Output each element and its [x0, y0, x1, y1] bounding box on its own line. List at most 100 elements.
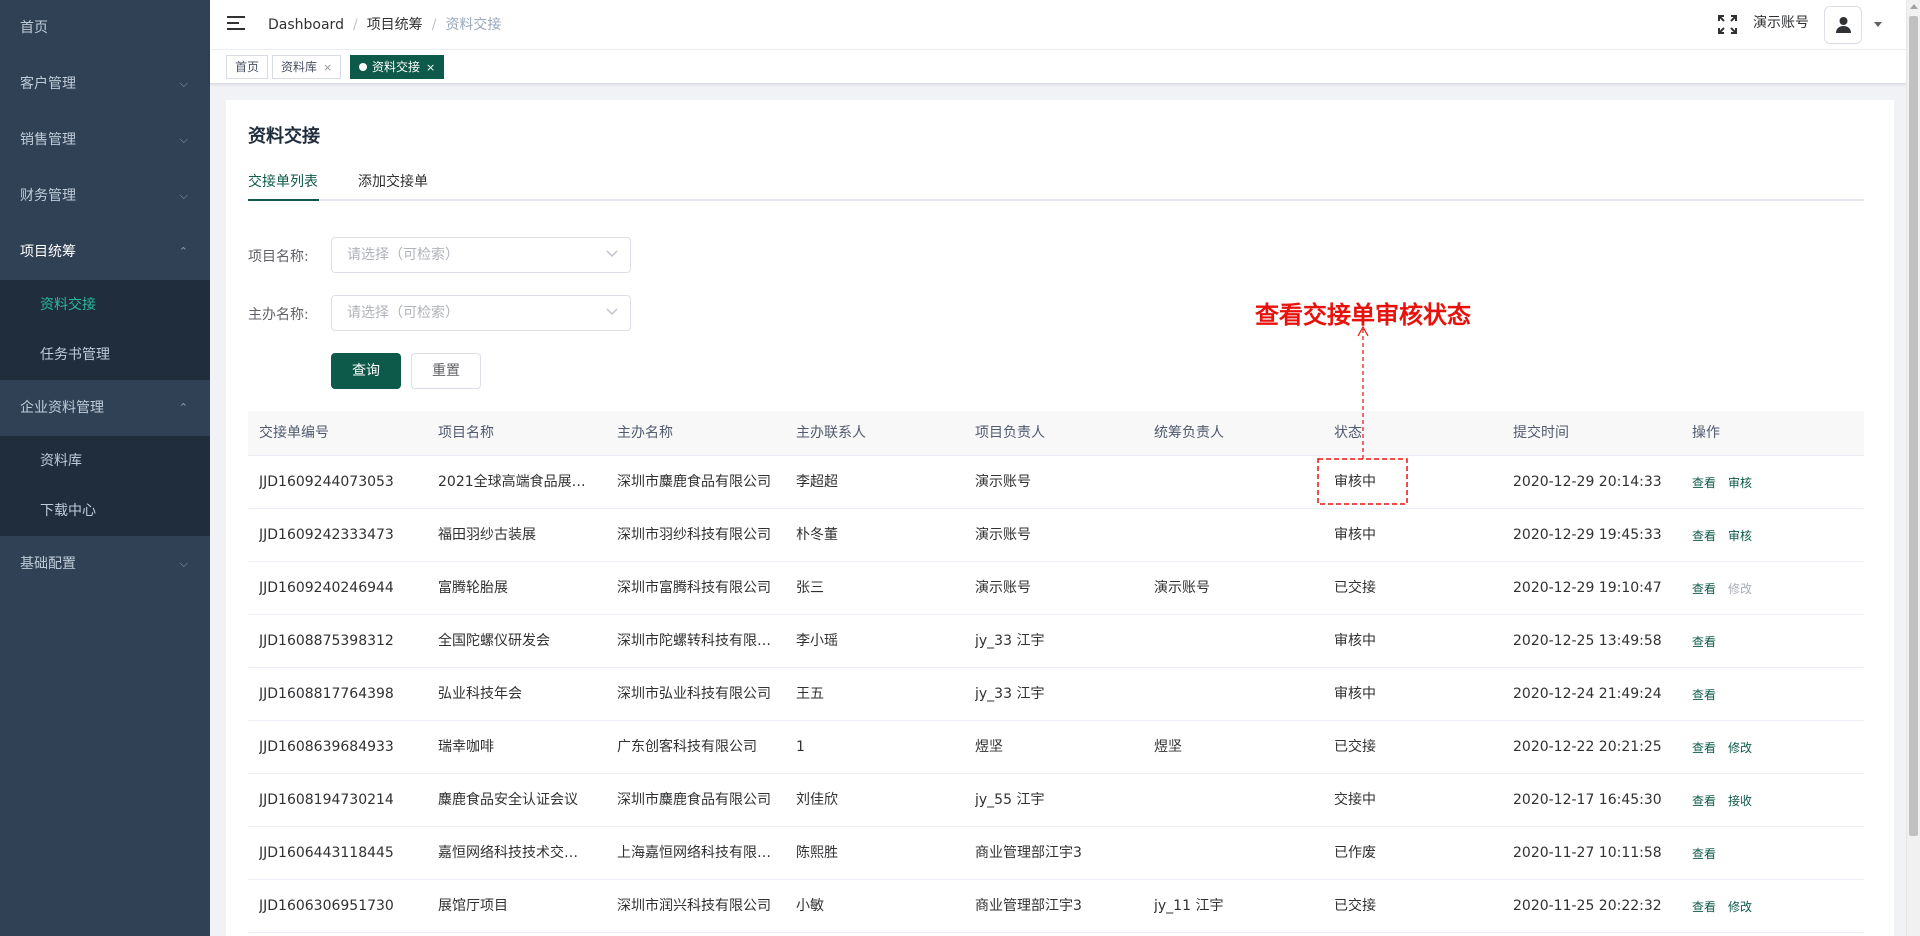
cell-host: 深圳市羽纱科技有限公司	[617, 527, 771, 543]
search-button[interactable]: 查询	[331, 353, 401, 389]
table-row: JJD1609242333473 福田羽纱古装展 深圳市羽纱科技有限公司 朴冬董 演示账…	[248, 509, 1864, 562]
sidebar-item-label: 项目统筹	[20, 244, 76, 260]
main-card: 资料交接 交接单列表 添加交接单 项目名称: 请选择（可检索） 主办名称: 请选…	[226, 100, 1894, 936]
cell-contact: 1	[796, 739, 805, 755]
fullscreen-icon[interactable]	[1718, 15, 1737, 34]
row-action-link[interactable]: 查看	[1692, 456, 1716, 511]
row-action-link[interactable]: 审核	[1728, 509, 1752, 564]
select-placeholder: 请选择（可检索）	[347, 247, 459, 263]
handover-table: 交接单编号 项目名称 主办名称 主办联系人 项目负责人 统筹负责人 状态 提交时…	[248, 411, 1864, 933]
cell-host: 深圳市润兴科技有限公司	[617, 898, 771, 914]
sidebar-item-enterprise-docs[interactable]: 企业资料管理 ⌃	[0, 380, 210, 436]
sidebar-item-home[interactable]: 首页	[0, 0, 210, 56]
row-action-link[interactable]: 查看	[1692, 615, 1716, 670]
cell-status: 交接中	[1334, 792, 1376, 808]
row-action-link[interactable]: 修改	[1728, 562, 1752, 617]
row-action-link[interactable]: 查看	[1692, 562, 1716, 617]
menu-toggle-icon[interactable]	[227, 16, 245, 32]
row-action-link[interactable]: 查看	[1692, 668, 1716, 723]
cell-status: 已作废	[1334, 845, 1376, 861]
vertical-scrollbar[interactable]	[1906, 0, 1920, 936]
col-header: 提交时间	[1513, 425, 1569, 441]
select-placeholder: 请选择（可检索）	[347, 305, 459, 321]
cell-time: 2020-11-25 20:22:32	[1513, 898, 1662, 914]
cell-id: JJD1608194730214	[259, 792, 394, 808]
row-action-link[interactable]: 查看	[1692, 774, 1716, 829]
cell-host: 深圳市富腾科技有限公司	[617, 580, 771, 596]
tag-label: 资料库	[281, 60, 318, 74]
tab-handover-list[interactable]: 交接单列表	[248, 171, 318, 201]
cell-project: 富腾轮胎展	[438, 580, 508, 596]
cell-contact: 王五	[796, 686, 824, 702]
sidebar-item-label: 企业资料管理	[20, 400, 104, 416]
close-icon[interactable]: ×	[323, 61, 332, 74]
cell-contact: 朴冬董	[796, 527, 838, 543]
project-name-select[interactable]: 请选择（可检索）	[331, 237, 631, 273]
sidebar-item-handover[interactable]: 资料交接	[0, 280, 210, 330]
table-row: JJD1608639684933 瑞幸咖啡 广东创客科技有限公司 1 煜坚 煜坚 已交接 20…	[248, 721, 1864, 774]
table-row: JJD1608817764398 弘业科技年会 深圳市弘业科技有限公司 王五 jy_33…	[248, 668, 1864, 721]
submenu-project: 资料交接 任务书管理	[0, 280, 210, 380]
tag-home[interactable]: 首页	[226, 55, 269, 79]
cell-pm: 演示账号	[975, 527, 1031, 543]
col-header: 统筹负责人	[1154, 425, 1224, 441]
caret-down-icon[interactable]	[1874, 22, 1882, 27]
cell-project: 瑞幸咖啡	[438, 739, 494, 755]
page-title: 资料交接	[248, 126, 320, 147]
sidebar: 首页 客户管理 ⌵ 销售管理 ⌵ 财务管理 ⌵ 项目统筹 ⌃ 资料交接 任务书管理 企业…	[0, 0, 210, 936]
row-action-link[interactable]: 查看	[1692, 880, 1716, 935]
cell-status: 已交接	[1334, 898, 1376, 914]
row-action-link[interactable]: 查看	[1692, 721, 1716, 776]
host-name-select[interactable]: 请选择（可检索）	[331, 295, 631, 331]
cell-pm: 商业管理部江宇3	[975, 845, 1082, 861]
sidebar-item-taskbook[interactable]: 任务书管理	[0, 330, 210, 380]
table-body: JJD1609244073053 2021全球高端食品展… 深圳市麋鹿食品有限公司李…	[248, 456, 1864, 933]
table-row: JJD1608194730214 麋鹿食品安全认证会议 深圳市麋鹿食品有限公司 刘佳欣…	[248, 774, 1864, 827]
sidebar-item-library[interactable]: 资料库	[0, 436, 210, 486]
breadcrumb-item[interactable]: Dashboard	[268, 17, 344, 33]
cell-status: 已交接	[1334, 580, 1376, 596]
sidebar-item-finance[interactable]: 财务管理 ⌵	[0, 168, 210, 224]
reset-button[interactable]: 重置	[411, 353, 481, 389]
host-name-label: 主办名称:	[248, 307, 309, 323]
row-action-link[interactable]: 查看	[1692, 827, 1716, 882]
row-action-link[interactable]: 接收	[1728, 774, 1752, 829]
chevron-down-icon: ⌵	[179, 77, 188, 90]
cell-status: 审核中	[1334, 686, 1376, 702]
cell-host: 深圳市弘业科技有限公司	[617, 686, 771, 702]
row-action-link[interactable]: 查看	[1692, 509, 1716, 564]
project-name-label: 项目名称:	[248, 249, 309, 265]
row-action-link[interactable]: 修改	[1728, 721, 1752, 776]
table-row: JJD1609244073053 2021全球高端食品展… 深圳市麋鹿食品有限公司 李…	[248, 456, 1864, 509]
cell-host: 深圳市麋鹿食品有限公司	[617, 474, 771, 490]
sidebar-item-downloads[interactable]: 下载中心	[0, 486, 210, 536]
cell-contact: 张三	[796, 580, 824, 596]
sidebar-item-customers[interactable]: 客户管理 ⌵	[0, 56, 210, 112]
cell-host: 深圳市陀螺转科技有限…	[617, 633, 771, 649]
tag-label: 资料交接	[372, 60, 421, 74]
tag-handover[interactable]: 资料交接 ×	[350, 55, 445, 79]
sidebar-item-sales[interactable]: 销售管理 ⌵	[0, 112, 210, 168]
cell-id: JJD1609242333473	[259, 527, 394, 543]
avatar[interactable]	[1824, 6, 1862, 44]
scroll-up-icon[interactable]	[1910, 4, 1918, 9]
sidebar-item-config[interactable]: 基础配置 ⌵	[0, 536, 210, 592]
cell-coord: jy_11 江宇	[1154, 898, 1224, 914]
row-action-link[interactable]: 审核	[1728, 456, 1752, 511]
account-name[interactable]: 演示账号	[1753, 0, 1809, 46]
close-icon[interactable]: ×	[426, 61, 435, 74]
tab-active-indicator	[248, 199, 319, 201]
tag-library[interactable]: 资料库 ×	[272, 55, 342, 79]
tab-add-handover[interactable]: 添加交接单	[358, 171, 428, 201]
chevron-up-icon: ⌃	[178, 401, 188, 414]
row-action-link[interactable]: 修改	[1728, 880, 1752, 935]
sidebar-item-label: 基础配置	[20, 556, 76, 572]
cell-contact: 小敏	[796, 898, 824, 914]
cell-time: 2020-12-17 16:45:30	[1513, 792, 1662, 808]
active-dot-icon	[359, 63, 367, 71]
col-header: 项目负责人	[975, 425, 1045, 441]
sidebar-item-project[interactable]: 项目统筹 ⌃	[0, 224, 210, 280]
cell-coord: 煜坚	[1154, 739, 1182, 755]
scrollbar-thumb[interactable]	[1909, 16, 1918, 836]
cell-id: JJD1609244073053	[259, 474, 394, 490]
